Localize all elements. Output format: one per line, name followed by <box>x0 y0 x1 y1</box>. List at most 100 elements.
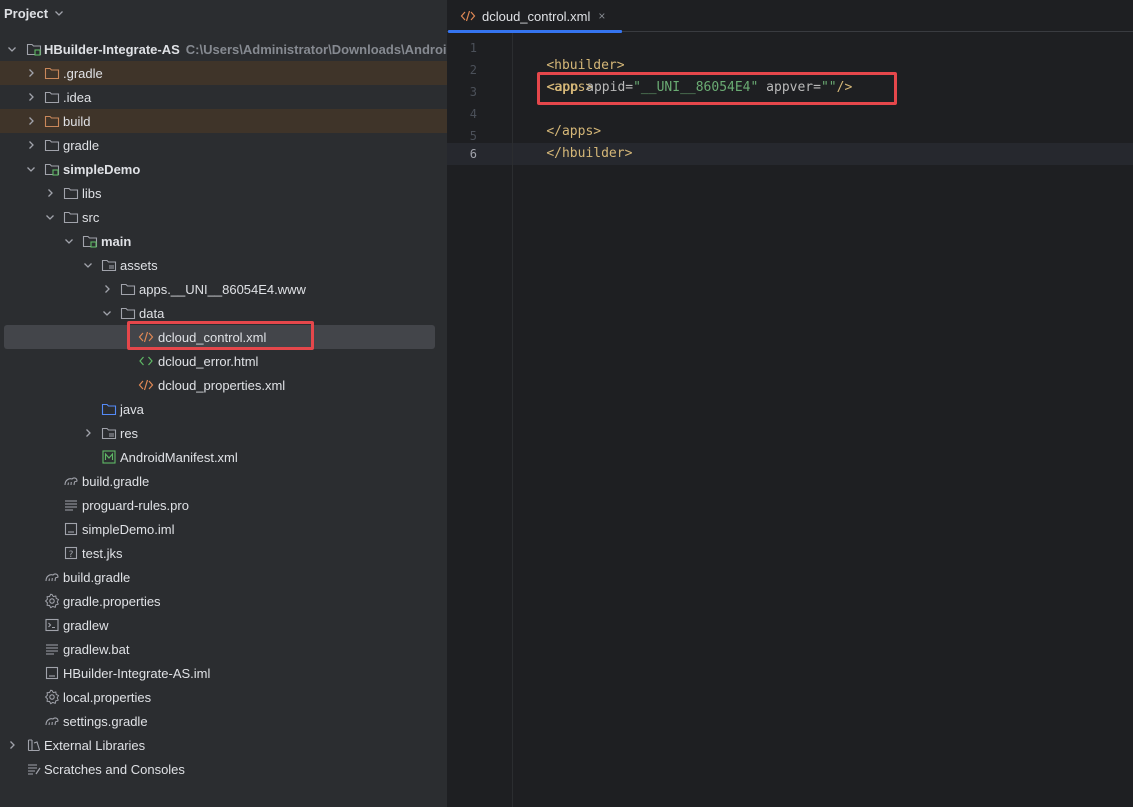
resource-folder-icon <box>101 425 117 441</box>
code-line-5[interactable]: </hbuilder> <box>515 121 632 161</box>
tree-item-dcloud-error-html[interactable]: dcloud_error.html <box>0 349 447 373</box>
chevron-down-icon[interactable] <box>6 43 18 55</box>
folder-icon <box>63 185 79 201</box>
tree-item-label: proguard-rules.pro <box>82 497 189 513</box>
tree-item-gradlew[interactable]: gradlew <box>0 613 447 637</box>
tree-item-label: test.jks <box>82 545 123 561</box>
tree-item-label: HBuilder-Integrate-AS.iml <box>63 665 211 681</box>
chevron-down-icon[interactable] <box>44 211 56 223</box>
tree-item-project-iml[interactable]: HBuilder-Integrate-AS.iml <box>0 661 447 685</box>
tree-item-proguard-rules[interactable]: proguard-rules.pro <box>0 493 447 517</box>
tree-item-gradle[interactable]: gradle <box>0 133 447 157</box>
tree-item-main[interactable]: main <box>0 229 447 253</box>
tree-item-settings-gradle[interactable]: settings.gradle <box>0 709 447 733</box>
tree-item-module-build-gradle[interactable]: build.gradle <box>0 469 447 493</box>
tab-dcloud-control-xml[interactable]: dcloud_control.xml × <box>448 0 622 33</box>
folder-icon <box>120 281 136 297</box>
tree-item-local-properties[interactable]: local.properties <box>0 685 447 709</box>
tree-item-res[interactable]: res <box>0 421 447 445</box>
tree-item-label: dcloud_properties.xml <box>158 377 286 393</box>
line-number-current: 6 <box>469 147 477 161</box>
tree-item-test-jks[interactable]: ? test.jks <box>0 541 447 565</box>
tree-item-simpledemo[interactable]: simpleDemo <box>0 157 447 181</box>
tree-item-scratches-and-consoles[interactable]: Scratches and Consoles <box>0 757 447 781</box>
chevron-down-icon[interactable] <box>54 8 64 18</box>
source-folder-icon <box>82 233 98 249</box>
tree-item-label: simpleDemo.iml <box>82 521 175 537</box>
tree-item-root-project[interactable]: HBuilder-Integrate-AS C:\Users\Administra… <box>0 37 447 61</box>
tree-item-java[interactable]: java <box>0 397 447 421</box>
chevron-right-icon[interactable] <box>44 187 56 199</box>
tree-item-dot-idea[interactable]: .idea <box>0 85 447 109</box>
folder-icon <box>44 113 60 129</box>
tree-item-label: External Libraries <box>44 737 146 753</box>
tree-item-label: Scratches and Consoles <box>44 761 185 777</box>
html-file-icon <box>138 353 154 369</box>
tree-item-external-libraries[interactable]: External Libraries <box>0 733 447 757</box>
tree-item-label: .gradle <box>63 65 103 81</box>
settings-file-icon <box>44 689 60 705</box>
tree-item-gradlew-bat[interactable]: gradlew.bat <box>0 637 447 661</box>
chevron-down-icon[interactable] <box>101 307 113 319</box>
folder-icon <box>44 89 60 105</box>
chevron-right-icon[interactable] <box>101 283 113 295</box>
text-file-icon <box>63 497 79 513</box>
line-number-gutter[interactable]: 1 2 3 4 5 6 <box>447 33 513 807</box>
tree-item-label: settings.gradle <box>63 713 148 729</box>
tree-item-label: build.gradle <box>82 473 150 489</box>
iml-file-icon <box>44 665 60 681</box>
tree-item-simpledemo-iml[interactable]: simpleDemo.iml <box>0 517 447 541</box>
tree-item-label: .idea <box>63 89 92 105</box>
tree-item-label: apps.__UNI__86054E4.www <box>139 281 306 297</box>
resource-folder-icon <box>101 257 117 273</box>
tree-item-android-manifest[interactable]: AndroidManifest.xml <box>0 445 447 469</box>
code-editor[interactable]: dcloud_control.xml × 1 2 3 4 5 6 <hbuild… <box>447 0 1133 807</box>
close-icon[interactable]: × <box>598 9 605 23</box>
chevron-right-icon[interactable] <box>6 739 18 751</box>
tree-item-label: build <box>63 113 91 129</box>
iml-file-icon <box>63 521 79 537</box>
module-folder-icon <box>44 161 60 177</box>
project-path-hint: C:\Users\Administrator\Downloads\Android… <box>185 41 447 57</box>
gradle-file-icon <box>44 569 60 585</box>
line-number: 2 <box>469 63 477 77</box>
folder-icon <box>120 305 136 321</box>
tree-item-label: gradle <box>63 137 100 153</box>
terminal-file-icon <box>44 617 60 633</box>
tree-item-label: gradlew <box>63 617 109 633</box>
chevron-right-icon[interactable] <box>25 115 37 127</box>
project-panel-title[interactable]: Project <box>4 6 48 21</box>
tree-item-label: res <box>120 425 139 441</box>
gradle-file-icon <box>44 713 60 729</box>
tree-item-assets[interactable]: assets <box>0 253 447 277</box>
manifest-file-icon <box>101 449 117 465</box>
tree-item-dcloud-properties-xml[interactable]: dcloud_properties.xml <box>0 373 447 397</box>
tree-item-gradle-properties[interactable]: gradle.properties <box>0 589 447 613</box>
line-number: 4 <box>469 107 477 121</box>
library-icon <box>26 737 42 753</box>
chevron-down-icon[interactable] <box>63 235 75 247</box>
chevron-right-icon[interactable] <box>25 67 37 79</box>
chevron-right-icon[interactable] <box>82 427 94 439</box>
settings-file-icon <box>44 593 60 609</box>
chevron-down-icon[interactable] <box>82 259 94 271</box>
tree-item-src[interactable]: src <box>0 205 447 229</box>
chevron-down-icon[interactable] <box>25 163 37 175</box>
chevron-right-icon[interactable] <box>25 91 37 103</box>
tree-item-root-build-gradle[interactable]: build.gradle <box>0 565 447 589</box>
tree-item-label: HBuilder-Integrate-AS <box>44 41 180 57</box>
line-number: 1 <box>469 41 477 55</box>
chevron-right-icon[interactable] <box>25 139 37 151</box>
tree-item-apps-www[interactable]: apps.__UNI__86054E4.www <box>0 277 447 301</box>
gradle-file-icon <box>63 473 79 489</box>
code-line-1[interactable]: <hbuilder> <box>515 33 624 73</box>
tree-item-dot-gradle[interactable]: .gradle <box>0 61 447 85</box>
tree-item-label: libs <box>82 185 102 201</box>
java-folder-icon <box>101 401 117 417</box>
tree-item-build[interactable]: build <box>0 109 447 133</box>
tree-item-label: assets <box>120 257 158 273</box>
module-folder-icon <box>26 41 42 57</box>
folder-icon <box>44 65 60 81</box>
project-panel-header[interactable]: Project <box>0 0 447 26</box>
tree-item-libs[interactable]: libs <box>0 181 447 205</box>
